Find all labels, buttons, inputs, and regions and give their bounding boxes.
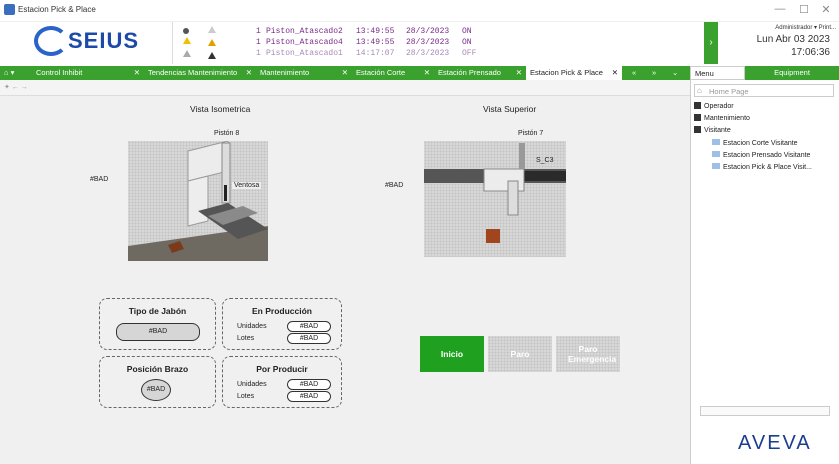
tab-tendencias[interactable]: Tendencias Mantenimiento ✕: [144, 66, 256, 80]
lotes-label: Lotes: [237, 393, 255, 400]
ventosa-label: Ventosa: [232, 182, 262, 189]
home-page-label: Home Page: [709, 87, 749, 96]
tab-estacion-prensado[interactable]: Estación Prensado ✕: [434, 66, 526, 80]
paro-emergencia-button[interactable]: Paro Emergencia: [556, 336, 620, 372]
app-icon: [4, 4, 15, 15]
window-title: Estacion Pick & Place: [18, 5, 96, 14]
tab-list-icon[interactable]: ⌄: [668, 66, 684, 80]
display-icon: [712, 151, 720, 157]
en-produccion-label: En Producción: [252, 306, 312, 316]
top-piston-label: Pistón 7: [518, 130, 544, 137]
aveva-logo: AVEVA: [738, 432, 812, 454]
isometric-view: [128, 140, 268, 261]
logo-ring-icon: [34, 26, 68, 56]
tab-equipment[interactable]: Equipment: [745, 66, 839, 80]
top-bad-value: #BAD: [385, 182, 404, 189]
tab-close-icon[interactable]: ✕: [424, 66, 430, 80]
tipo-jabon-label: Tipo de Jabón: [128, 306, 187, 316]
producir-unidades-value: #BAD: [287, 379, 331, 390]
maximize-button[interactable]: ☐: [794, 3, 814, 16]
posicion-brazo-panel: Posición Brazo #BAD: [99, 356, 216, 408]
window-titlebar: Estacion Pick & Place — ☐ ✕: [0, 0, 839, 22]
tipo-jabon-value: #BAD: [116, 323, 200, 341]
brand-name: SEIUS: [68, 28, 140, 53]
nav-arrows[interactable]: ✦ ← →: [4, 84, 28, 91]
close-button[interactable]: ✕: [816, 3, 836, 16]
inicio-button[interactable]: Inicio: [420, 336, 484, 372]
tipo-jabon-panel: Tipo de Jabón #BAD: [99, 298, 216, 350]
tree-item-corte-visitante[interactable]: Estacion Corte Visitante: [712, 139, 798, 147]
expand-arrow-button[interactable]: ›: [704, 22, 718, 64]
header-time: 17:06:36: [791, 47, 830, 58]
navigation-bar: ✦ ← →: [0, 80, 690, 96]
unidades-label: Unidades: [237, 323, 267, 330]
minimize-button[interactable]: —: [770, 3, 790, 15]
tree-item-visitante[interactable]: Visitante: [694, 126, 731, 134]
expand-icon: [694, 102, 701, 109]
tree-item-mantenimiento[interactable]: Mantenimiento: [694, 114, 750, 122]
alarm-row[interactable]: 1 Piston_Atascado1 14:17:07 28/3/2023 OFF: [256, 48, 506, 59]
posicion-brazo-value: #BAD: [141, 379, 171, 401]
alarm-filter-icons[interactable]: [178, 24, 248, 64]
tab-close-icon[interactable]: ✕: [342, 66, 348, 80]
tab-close-icon[interactable]: ✕: [134, 66, 140, 80]
en-produccion-panel: En Producción Unidades #BAD Lotes #BAD: [222, 298, 342, 350]
alarm-priority-icon: [183, 26, 216, 59]
tree-item-prensado-visitante[interactable]: Estacion Prensado Visitante: [712, 151, 810, 159]
brand-logo: SEIUS: [34, 24, 166, 60]
header-date: Lun Abr 03 2023: [756, 34, 830, 45]
tab-control-inhibit[interactable]: Control Inhibit ✕: [32, 66, 144, 80]
collapse-icon: [694, 126, 701, 133]
alarm-row[interactable]: 1 Piston_Atascado2 13:49:55 28/3/2023 ON: [256, 26, 506, 37]
tab-next-icon[interactable]: »: [648, 66, 664, 80]
posicion-brazo-label: Posición Brazo: [126, 364, 189, 374]
top-view-title: Vista Superior: [483, 104, 537, 114]
lotes-label: Lotes: [237, 335, 255, 342]
tree-item-pickplace-visitante[interactable]: Estacion Pick & Place Visit...: [712, 163, 812, 171]
produccion-unidades-value: #BAD: [287, 321, 331, 332]
tab-mantenimiento[interactable]: Mantenimiento ✕: [256, 66, 352, 80]
iso-view-title: Vista Isometrica: [190, 104, 251, 114]
tab-estacion-corte[interactable]: Estación Corte ✕: [352, 66, 434, 80]
expand-icon: [694, 114, 701, 121]
main-canvas: [0, 96, 690, 464]
producir-lotes-value: #BAD: [287, 391, 331, 402]
home-page-link[interactable]: ⌂ Home Page: [694, 84, 834, 97]
tree-item-operador[interactable]: Operador: [694, 102, 734, 110]
user-menu[interactable]: Administrador ▾ Print...: [720, 24, 836, 31]
iso-bad-value: #BAD: [90, 176, 109, 183]
tab-prev-icon[interactable]: «: [628, 66, 644, 80]
produccion-lotes-value: #BAD: [287, 333, 331, 344]
home-menu-button[interactable]: ⌂ ▾: [0, 66, 32, 80]
iso-piston-label: Pistón 8: [214, 130, 240, 137]
alarm-list[interactable]: 1 Piston_Atascado2 13:49:55 28/3/2023 ON 1 Pi…: [256, 26, 506, 59]
home-icon: ⌂: [697, 86, 702, 95]
isometric-machine-drawing: [128, 140, 268, 261]
paro-button[interactable]: Paro: [488, 336, 552, 372]
display-icon: [712, 163, 720, 169]
por-producir-label: Por Producir: [256, 364, 308, 374]
alarm-row[interactable]: 1 Piston_Atascado4 13:49:55 28/3/2023 ON: [256, 37, 506, 48]
tab-pick-place[interactable]: Estacion Pick & Place ✕: [526, 66, 622, 80]
tab-close-icon[interactable]: ✕: [612, 66, 618, 80]
tab-close-icon[interactable]: ✕: [516, 66, 522, 80]
tab-close-icon[interactable]: ✕: [246, 66, 252, 80]
sensor-label: S_C3: [536, 157, 554, 164]
tab-menu[interactable]: Menu: [690, 66, 745, 80]
unidades-label: Unidades: [237, 381, 267, 388]
horizontal-scrollbar[interactable]: [700, 406, 830, 416]
por-producir-panel: Por Producir Unidades #BAD Lotes #BAD: [222, 356, 342, 408]
display-icon: [712, 139, 720, 145]
